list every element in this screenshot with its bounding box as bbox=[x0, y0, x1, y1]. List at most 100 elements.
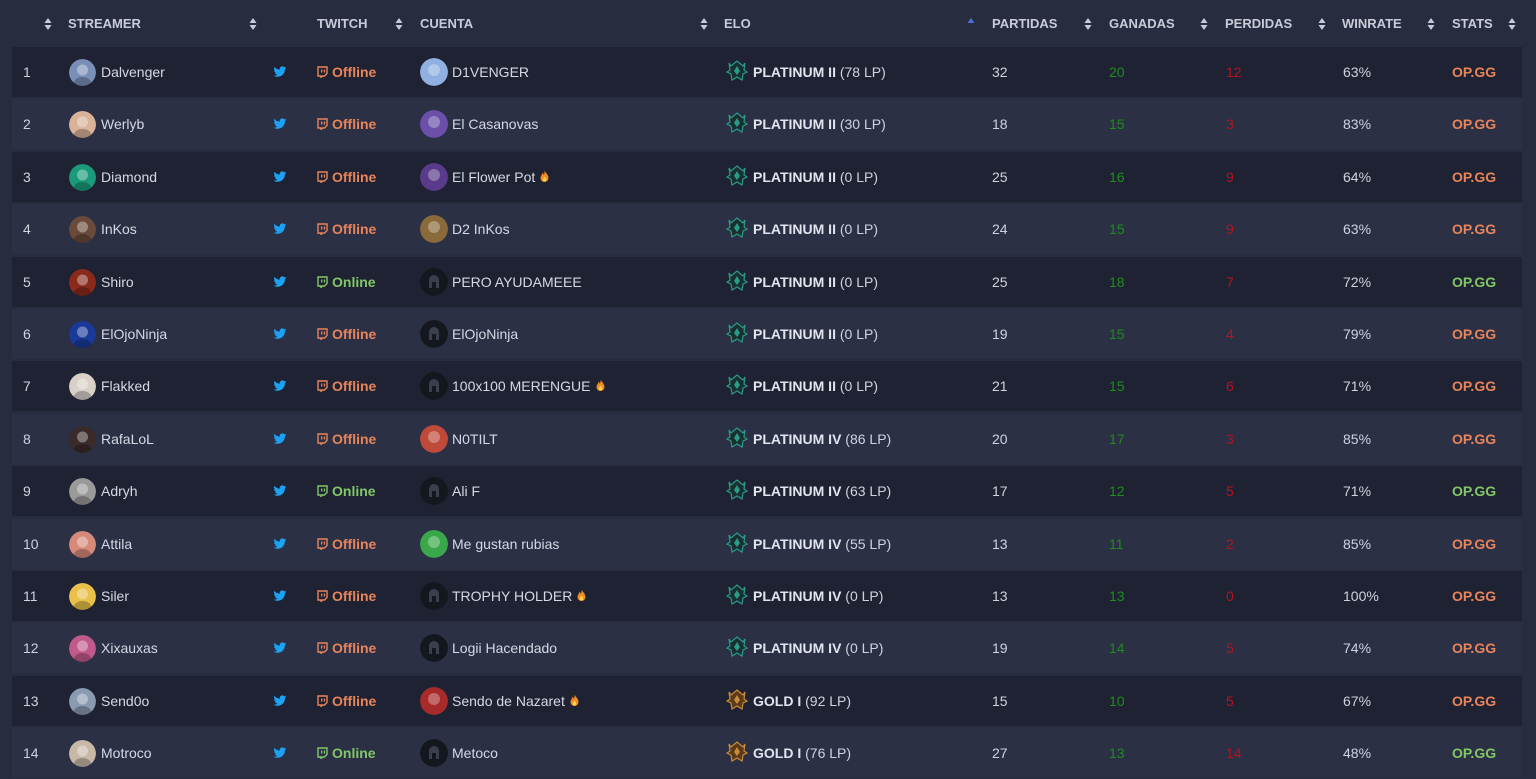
account-name[interactable]: Logii Hacendado bbox=[452, 623, 557, 673]
twitter-icon[interactable] bbox=[273, 117, 287, 131]
header-elo[interactable]: ELO bbox=[724, 0, 751, 48]
table-row[interactable]: 7 Flakked Offline 100x100 MERENGUE PLATINUM … bbox=[12, 361, 1522, 412]
twitter-icon[interactable] bbox=[273, 746, 287, 760]
twitch-status[interactable]: Offline bbox=[317, 47, 376, 97]
account-name[interactable]: D1VENGER bbox=[452, 47, 529, 97]
sort-twitch-icon[interactable] bbox=[395, 17, 403, 31]
header-stats[interactable]: STATS bbox=[1452, 0, 1493, 48]
streamer-name[interactable]: RafaLoL bbox=[101, 414, 154, 464]
opgg-link[interactable]: OP.GG bbox=[1452, 466, 1496, 516]
sort-perdidas-icon[interactable] bbox=[1318, 17, 1326, 31]
twitch-status[interactable]: Offline bbox=[317, 309, 376, 359]
twitch-status[interactable]: Online bbox=[317, 257, 376, 307]
account-name[interactable]: Ali F bbox=[452, 466, 480, 516]
streamer-name[interactable]: Flakked bbox=[101, 361, 150, 411]
header-cuenta[interactable]: CUENTA bbox=[420, 0, 473, 48]
twitch-status[interactable]: Offline bbox=[317, 676, 376, 726]
table-row[interactable]: 2 Werlyb Offline El Casanovas PLATINUM II (3… bbox=[12, 99, 1522, 150]
opgg-link[interactable]: OP.GG bbox=[1452, 623, 1496, 673]
header-winrate[interactable]: WINRATE bbox=[1342, 0, 1402, 48]
twitter-icon[interactable] bbox=[273, 65, 287, 79]
opgg-link[interactable]: OP.GG bbox=[1452, 414, 1496, 464]
account-name[interactable]: Metoco bbox=[452, 728, 498, 778]
account-name[interactable]: El Flower Pot bbox=[452, 152, 550, 202]
opgg-link[interactable]: OP.GG bbox=[1452, 152, 1496, 202]
streamer-name[interactable]: Attila bbox=[101, 519, 132, 569]
twitch-status[interactable]: Offline bbox=[317, 623, 376, 673]
opgg-link[interactable]: OP.GG bbox=[1452, 99, 1496, 149]
account-name[interactable]: El Casanovas bbox=[452, 99, 538, 149]
sort-rank-icon[interactable] bbox=[44, 17, 52, 31]
account-name[interactable]: 100x100 MERENGUE bbox=[452, 361, 606, 411]
opgg-link[interactable]: OP.GG bbox=[1452, 519, 1496, 569]
table-row[interactable]: 9 Adryh Online Ali F PLATINUM IV (63 LP) 17 12… bbox=[12, 466, 1522, 517]
streamer-name[interactable]: Siler bbox=[101, 571, 129, 621]
header-twitch[interactable]: TWITCH bbox=[317, 0, 368, 48]
twitter-icon[interactable] bbox=[273, 537, 287, 551]
table-row[interactable]: 1 Dalvenger Offline D1VENGER PLATINUM II (78… bbox=[12, 47, 1522, 97]
twitter-icon[interactable] bbox=[273, 379, 287, 393]
header-streamer[interactable]: STREAMER bbox=[68, 0, 141, 48]
sort-stats-icon[interactable] bbox=[1508, 17, 1516, 31]
account-name[interactable]: D2 InKos bbox=[452, 204, 510, 254]
streamer-name[interactable]: ElOjoNinja bbox=[101, 309, 167, 359]
header-ganadas[interactable]: GANADAS bbox=[1109, 0, 1175, 48]
opgg-link[interactable]: OP.GG bbox=[1452, 257, 1496, 307]
table-row[interactable]: 13 Send0o Offline Sendo de Nazaret GOLD I (9… bbox=[12, 675, 1522, 726]
account-name[interactable]: ElOjoNinja bbox=[452, 309, 518, 359]
opgg-link[interactable]: OP.GG bbox=[1452, 204, 1496, 254]
streamer-name[interactable]: Xixauxas bbox=[101, 623, 158, 673]
header-partidas[interactable]: PARTIDAS bbox=[992, 0, 1057, 48]
opgg-link[interactable]: OP.GG bbox=[1452, 728, 1496, 778]
account-name[interactable]: PERO AYUDAMEEE bbox=[452, 257, 582, 307]
table-row[interactable]: 8 RafaLoL Offline N0TILT PLATINUM IV (86 LP)… bbox=[12, 413, 1522, 464]
sort-streamer-icon[interactable] bbox=[249, 17, 257, 31]
twitch-status[interactable]: Offline bbox=[317, 571, 376, 621]
sort-elo-active-icon[interactable] bbox=[967, 17, 975, 31]
twitter-icon[interactable] bbox=[273, 222, 287, 236]
sort-winrate-icon[interactable] bbox=[1427, 17, 1435, 31]
sort-partidas-icon[interactable] bbox=[1084, 17, 1092, 31]
streamer-name[interactable]: Werlyb bbox=[101, 99, 144, 149]
table-row[interactable]: 6 ElOjoNinja Offline ElOjoNinja PLATINUM II … bbox=[12, 309, 1522, 359]
twitch-status[interactable]: Offline bbox=[317, 152, 376, 202]
account-name[interactable]: Me gustan rubias bbox=[452, 519, 559, 569]
sort-ganadas-icon[interactable] bbox=[1200, 17, 1208, 31]
twitch-status[interactable]: Online bbox=[317, 728, 376, 778]
streamer-name[interactable]: Adryh bbox=[101, 466, 138, 516]
twitter-icon[interactable] bbox=[273, 589, 287, 603]
twitch-status[interactable]: Online bbox=[317, 466, 376, 516]
twitter-icon[interactable] bbox=[273, 484, 287, 498]
streamer-name[interactable]: InKos bbox=[101, 204, 137, 254]
twitter-icon[interactable] bbox=[273, 641, 287, 655]
opgg-link[interactable]: OP.GG bbox=[1452, 309, 1496, 359]
table-row[interactable]: 14 Motroco Online Metoco GOLD I (76 LP) 27 13 1… bbox=[12, 728, 1522, 779]
twitch-status[interactable]: Offline bbox=[317, 204, 376, 254]
twitch-status[interactable]: Offline bbox=[317, 361, 376, 411]
streamer-name[interactable]: Dalvenger bbox=[101, 47, 165, 97]
account-name[interactable]: Sendo de Nazaret bbox=[452, 676, 580, 726]
table-row[interactable]: 5 Shiro Online PERO AYUDAMEEE PLATINUM II (0… bbox=[12, 256, 1522, 307]
twitch-status[interactable]: Offline bbox=[317, 99, 376, 149]
table-row[interactable]: 10 Attila Offline Me gustan rubias PLATINUM … bbox=[12, 518, 1522, 569]
table-row[interactable]: 3 Diamond Offline El Flower Pot PLATINUM II … bbox=[12, 151, 1522, 202]
sort-cuenta-icon[interactable] bbox=[700, 17, 708, 31]
account-name[interactable]: N0TILT bbox=[452, 414, 498, 464]
twitter-icon[interactable] bbox=[273, 327, 287, 341]
table-row[interactable]: 4 InKos Offline D2 InKos PLATINUM II (0 LP) 2… bbox=[12, 204, 1522, 255]
opgg-link[interactable]: OP.GG bbox=[1452, 676, 1496, 726]
streamer-name[interactable]: Shiro bbox=[101, 257, 134, 307]
account-name[interactable]: TROPHY HOLDER bbox=[452, 571, 587, 621]
table-row[interactable]: 12 Xixauxas Offline Logii Hacendado PLATINUM… bbox=[12, 623, 1522, 674]
streamer-name[interactable]: Diamond bbox=[101, 152, 157, 202]
streamer-name[interactable]: Motroco bbox=[101, 728, 152, 778]
opgg-link[interactable]: OP.GG bbox=[1452, 361, 1496, 411]
twitter-icon[interactable] bbox=[273, 170, 287, 184]
header-perdidas[interactable]: PERDIDAS bbox=[1225, 0, 1292, 48]
opgg-link[interactable]: OP.GG bbox=[1452, 47, 1496, 97]
twitch-status[interactable]: Offline bbox=[317, 519, 376, 569]
opgg-link[interactable]: OP.GG bbox=[1452, 571, 1496, 621]
table-row[interactable]: 11 Siler Offline TROPHY HOLDER PLATINUM IV (… bbox=[12, 571, 1522, 621]
twitter-icon[interactable] bbox=[273, 432, 287, 446]
streamer-name[interactable]: Send0o bbox=[101, 676, 149, 726]
